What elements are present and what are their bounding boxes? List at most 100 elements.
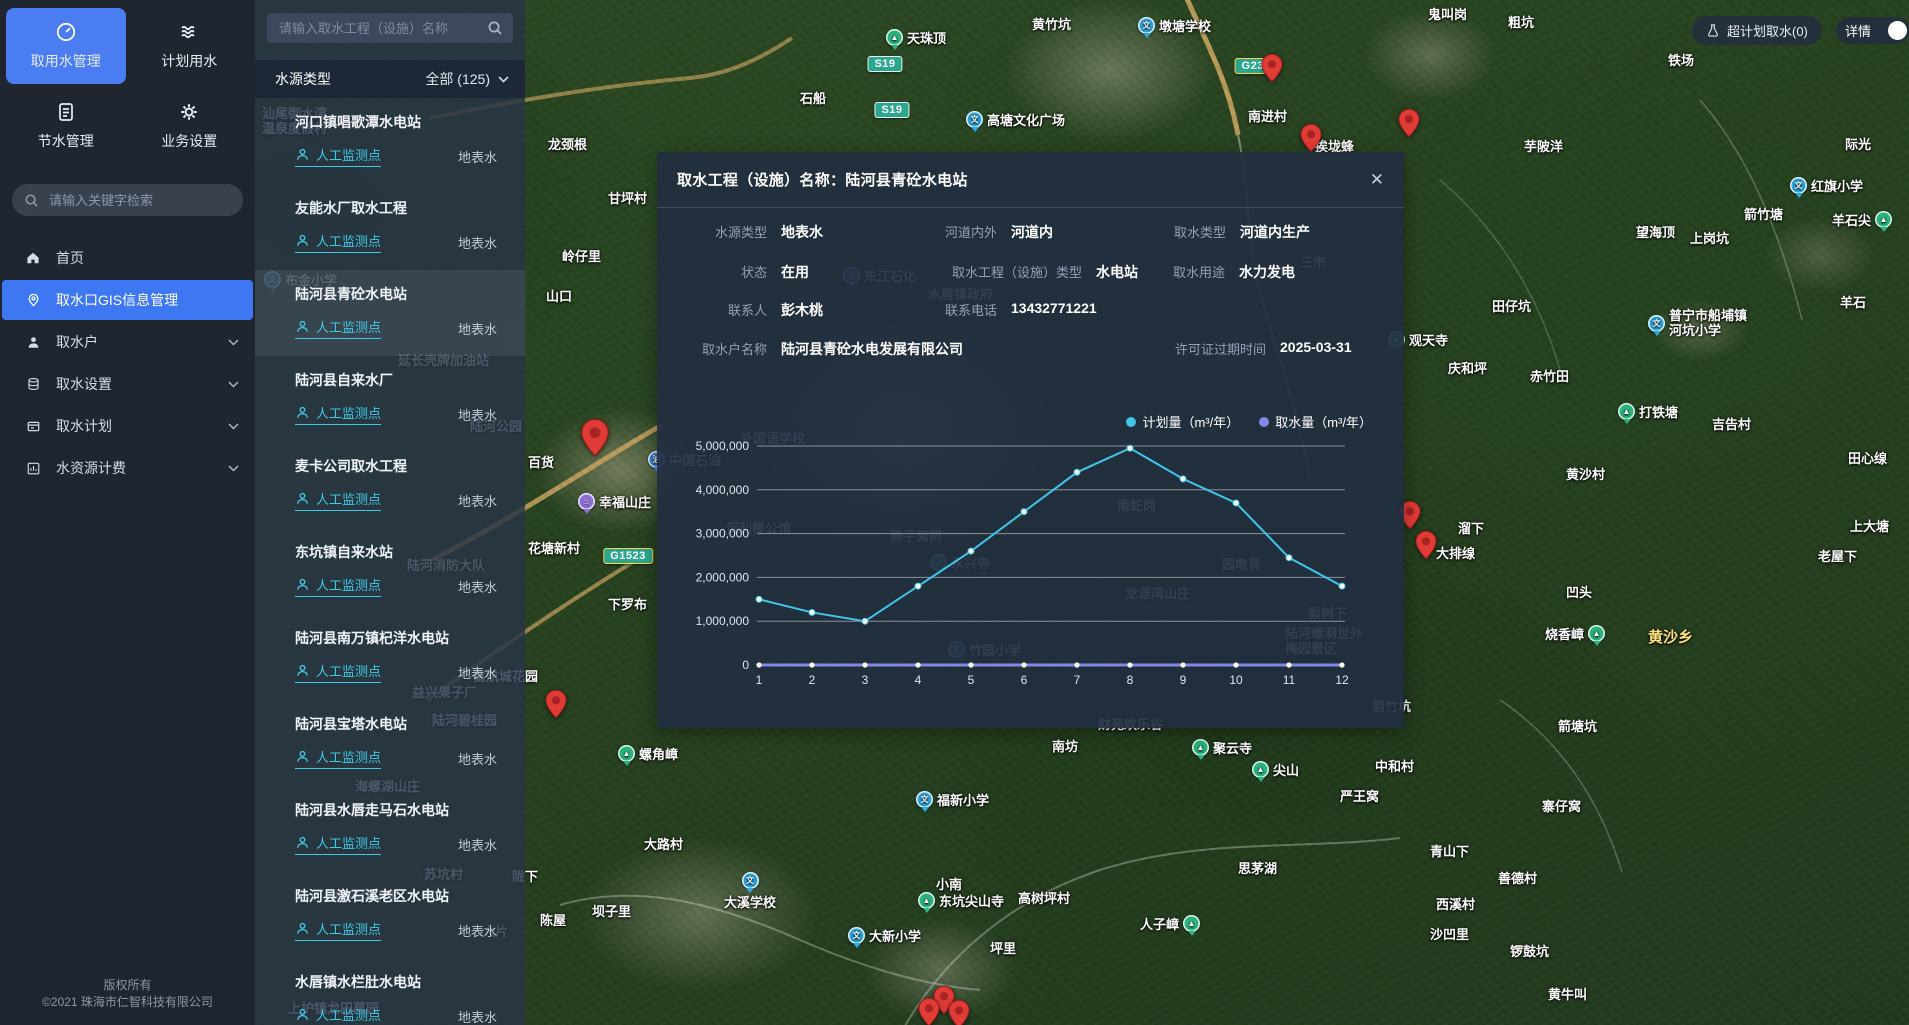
- svg-text:5,000,000: 5,000,000: [696, 439, 750, 453]
- map-pin[interactable]: [948, 999, 970, 1025]
- pin-icon: [1300, 123, 1322, 153]
- legend-dot-actual: [1259, 417, 1269, 427]
- manual-monitor-link[interactable]: 人工监测点: [295, 489, 381, 511]
- manual-monitor-link[interactable]: 人工监测点: [295, 1005, 381, 1025]
- station-list-item[interactable]: 陆河县自来水厂人工监测点地表水: [255, 356, 525, 442]
- tile-label: 业务设置: [161, 131, 217, 151]
- map-label: 坪里: [990, 938, 1016, 957]
- field-value: 水力发电: [1239, 264, 1295, 280]
- tile-plan-water[interactable]: 计划用水: [130, 8, 250, 84]
- station-list-item[interactable]: 陆河县青砼水电站人工监测点地表水: [255, 270, 525, 356]
- map-pin[interactable]: [918, 997, 940, 1025]
- mountain-icon: ▲: [886, 29, 903, 46]
- manual-monitor-link[interactable]: 人工监测点: [295, 919, 381, 941]
- manual-monitor-link[interactable]: 人工监测点: [295, 231, 381, 253]
- manual-monitor-link[interactable]: 人工监测点: [295, 575, 381, 597]
- modal-title: 取水工程（设施）名称：陆河县青砼水电站: [677, 169, 968, 190]
- station-list-item[interactable]: 东坑镇自来水站人工监测点地表水: [255, 528, 525, 614]
- map-pin[interactable]: [581, 418, 610, 462]
- person-icon: [295, 921, 310, 936]
- school-icon: 文: [1138, 17, 1155, 34]
- map-label: 际光: [1845, 134, 1871, 153]
- station-list-item[interactable]: 陆河县激石溪老区水电站人工监测点地表水: [255, 872, 525, 958]
- manual-monitor-link[interactable]: 人工监测点: [295, 661, 381, 683]
- station-list-item[interactable]: 河口镇唱歌潭水电站人工监测点地表水: [255, 98, 525, 184]
- station-list-item[interactable]: 陆河县宝塔水电站人工监测点地表水: [255, 700, 525, 786]
- manual-monitor-link[interactable]: 人工监测点: [295, 403, 381, 425]
- tile-water-use[interactable]: 取用水管理: [6, 8, 126, 84]
- keyword-search-input[interactable]: [47, 192, 231, 209]
- map-pin[interactable]: [545, 689, 567, 724]
- road-badge: G1523: [603, 548, 653, 564]
- home-icon: [25, 250, 41, 266]
- monitor-label: 人工监测点: [316, 145, 381, 164]
- map-pin[interactable]: [1415, 530, 1437, 565]
- sidebar-item-gis[interactable]: 取水口GIS信息管理: [2, 280, 253, 320]
- station-list-panel: 水源类型 全部 (125) 河口镇唱歌潭水电站人工监测点地表水友能水厂取水工程人…: [255, 0, 525, 1025]
- station-list-item[interactable]: 友能水厂取水工程人工监测点地表水: [255, 184, 525, 270]
- map-label: ▲聚云寺: [1192, 738, 1252, 757]
- svg-text:4,000,000: 4,000,000: [696, 483, 750, 497]
- tile-biz-settings[interactable]: 业务设置: [130, 88, 250, 164]
- map-pin[interactable]: [1398, 108, 1420, 143]
- sidebar-item-label: 取水设置: [56, 374, 214, 394]
- school-icon: 文: [1648, 315, 1665, 332]
- station-search-input[interactable]: [277, 20, 481, 37]
- field-value: 地表水: [781, 224, 823, 240]
- resort-icon: ♨: [578, 493, 595, 510]
- map-label: 铁场: [1668, 50, 1694, 69]
- keyword-search[interactable]: [12, 184, 243, 216]
- manual-monitor-link[interactable]: 人工监测点: [295, 145, 381, 167]
- map-label: ♨幸福山庄: [578, 492, 651, 511]
- map-label: ▲东坑尖山寺: [918, 891, 1004, 910]
- manual-monitor-link[interactable]: 人工监测点: [295, 317, 381, 339]
- mountain-icon: ▲: [1252, 761, 1269, 778]
- map-label: 沙凹里: [1430, 924, 1469, 943]
- monitor-label: 人工监测点: [316, 833, 381, 852]
- station-name: 陆河县宝塔水电站: [295, 714, 497, 734]
- mountain-icon: ▲: [1588, 625, 1605, 642]
- station-search[interactable]: [267, 13, 513, 43]
- over-plan-intake-button[interactable]: 超计划取水(0): [1692, 16, 1822, 45]
- sidebar-item-intake-plan[interactable]: 取水计划: [2, 406, 253, 446]
- location-pin-icon: [26, 292, 41, 308]
- manual-monitor-link[interactable]: 人工监测点: [295, 747, 381, 769]
- station-list-item[interactable]: 麦卡公司取水工程人工监测点地表水: [255, 442, 525, 528]
- station-list-item[interactable]: 陆河县南万镇杞洋水电站人工监测点地表水: [255, 614, 525, 700]
- station-list-item[interactable]: 陆河县水唇走马石水电站人工监测点地表水: [255, 786, 525, 872]
- search-icon: [487, 20, 503, 36]
- temple-icon: ▲: [918, 892, 935, 909]
- toggle-knob[interactable]: [1888, 21, 1907, 40]
- sidebar-item-home[interactable]: 首页: [2, 238, 253, 278]
- field-label: 取水类型: [1174, 222, 1226, 241]
- water-source-type: 地表水: [458, 1007, 497, 1025]
- sidebar-item-water-users[interactable]: 取水户: [2, 322, 253, 362]
- station-name: 陆河县南万镇杞洋水电站: [295, 628, 497, 648]
- map-label: 西溪村: [1436, 894, 1475, 913]
- field-4: 取水工程（设施）类型水电站: [1096, 262, 1138, 282]
- copyright-line1: 版权所有: [10, 977, 245, 994]
- detail-toggle[interactable]: 详情: [1836, 17, 1909, 44]
- station-name: 麦卡公司取水工程: [295, 456, 497, 476]
- user-icon: [26, 335, 41, 350]
- map-label: 箭竹塘: [1744, 204, 1783, 223]
- close-icon[interactable]: ✕: [1370, 171, 1384, 188]
- map-label: 老屋下: [1818, 546, 1857, 565]
- sidebar-item-label: 取水口GIS信息管理: [56, 290, 239, 310]
- person-icon: [295, 835, 310, 850]
- monitor-label: 人工监测点: [316, 403, 381, 422]
- sidebar-item-intake-settings[interactable]: 取水设置: [2, 364, 253, 404]
- map-label: 人子嶂▲: [1140, 914, 1200, 933]
- map-pin[interactable]: [1261, 53, 1283, 88]
- sidebar-item-water-billing[interactable]: 水资源计费: [2, 448, 253, 488]
- station-list-item[interactable]: 水唇镇水栏肚水电站人工监测点地表水: [255, 958, 525, 1025]
- tile-save-water[interactable]: 节水管理: [6, 88, 126, 164]
- station-name: 东坑镇自来水站: [295, 542, 497, 562]
- pin-icon: [1398, 108, 1420, 138]
- app-tiles: 取用水管理 计划用水 节水管理 业务设置: [0, 0, 255, 174]
- source-type-filter[interactable]: 水源类型 全部 (125): [255, 60, 525, 98]
- manual-monitor-link[interactable]: 人工监测点: [295, 833, 381, 855]
- water-source-type: 地表水: [458, 233, 497, 252]
- map-label: 羊石尖▲: [1832, 210, 1892, 229]
- svg-text:1: 1: [756, 673, 763, 687]
